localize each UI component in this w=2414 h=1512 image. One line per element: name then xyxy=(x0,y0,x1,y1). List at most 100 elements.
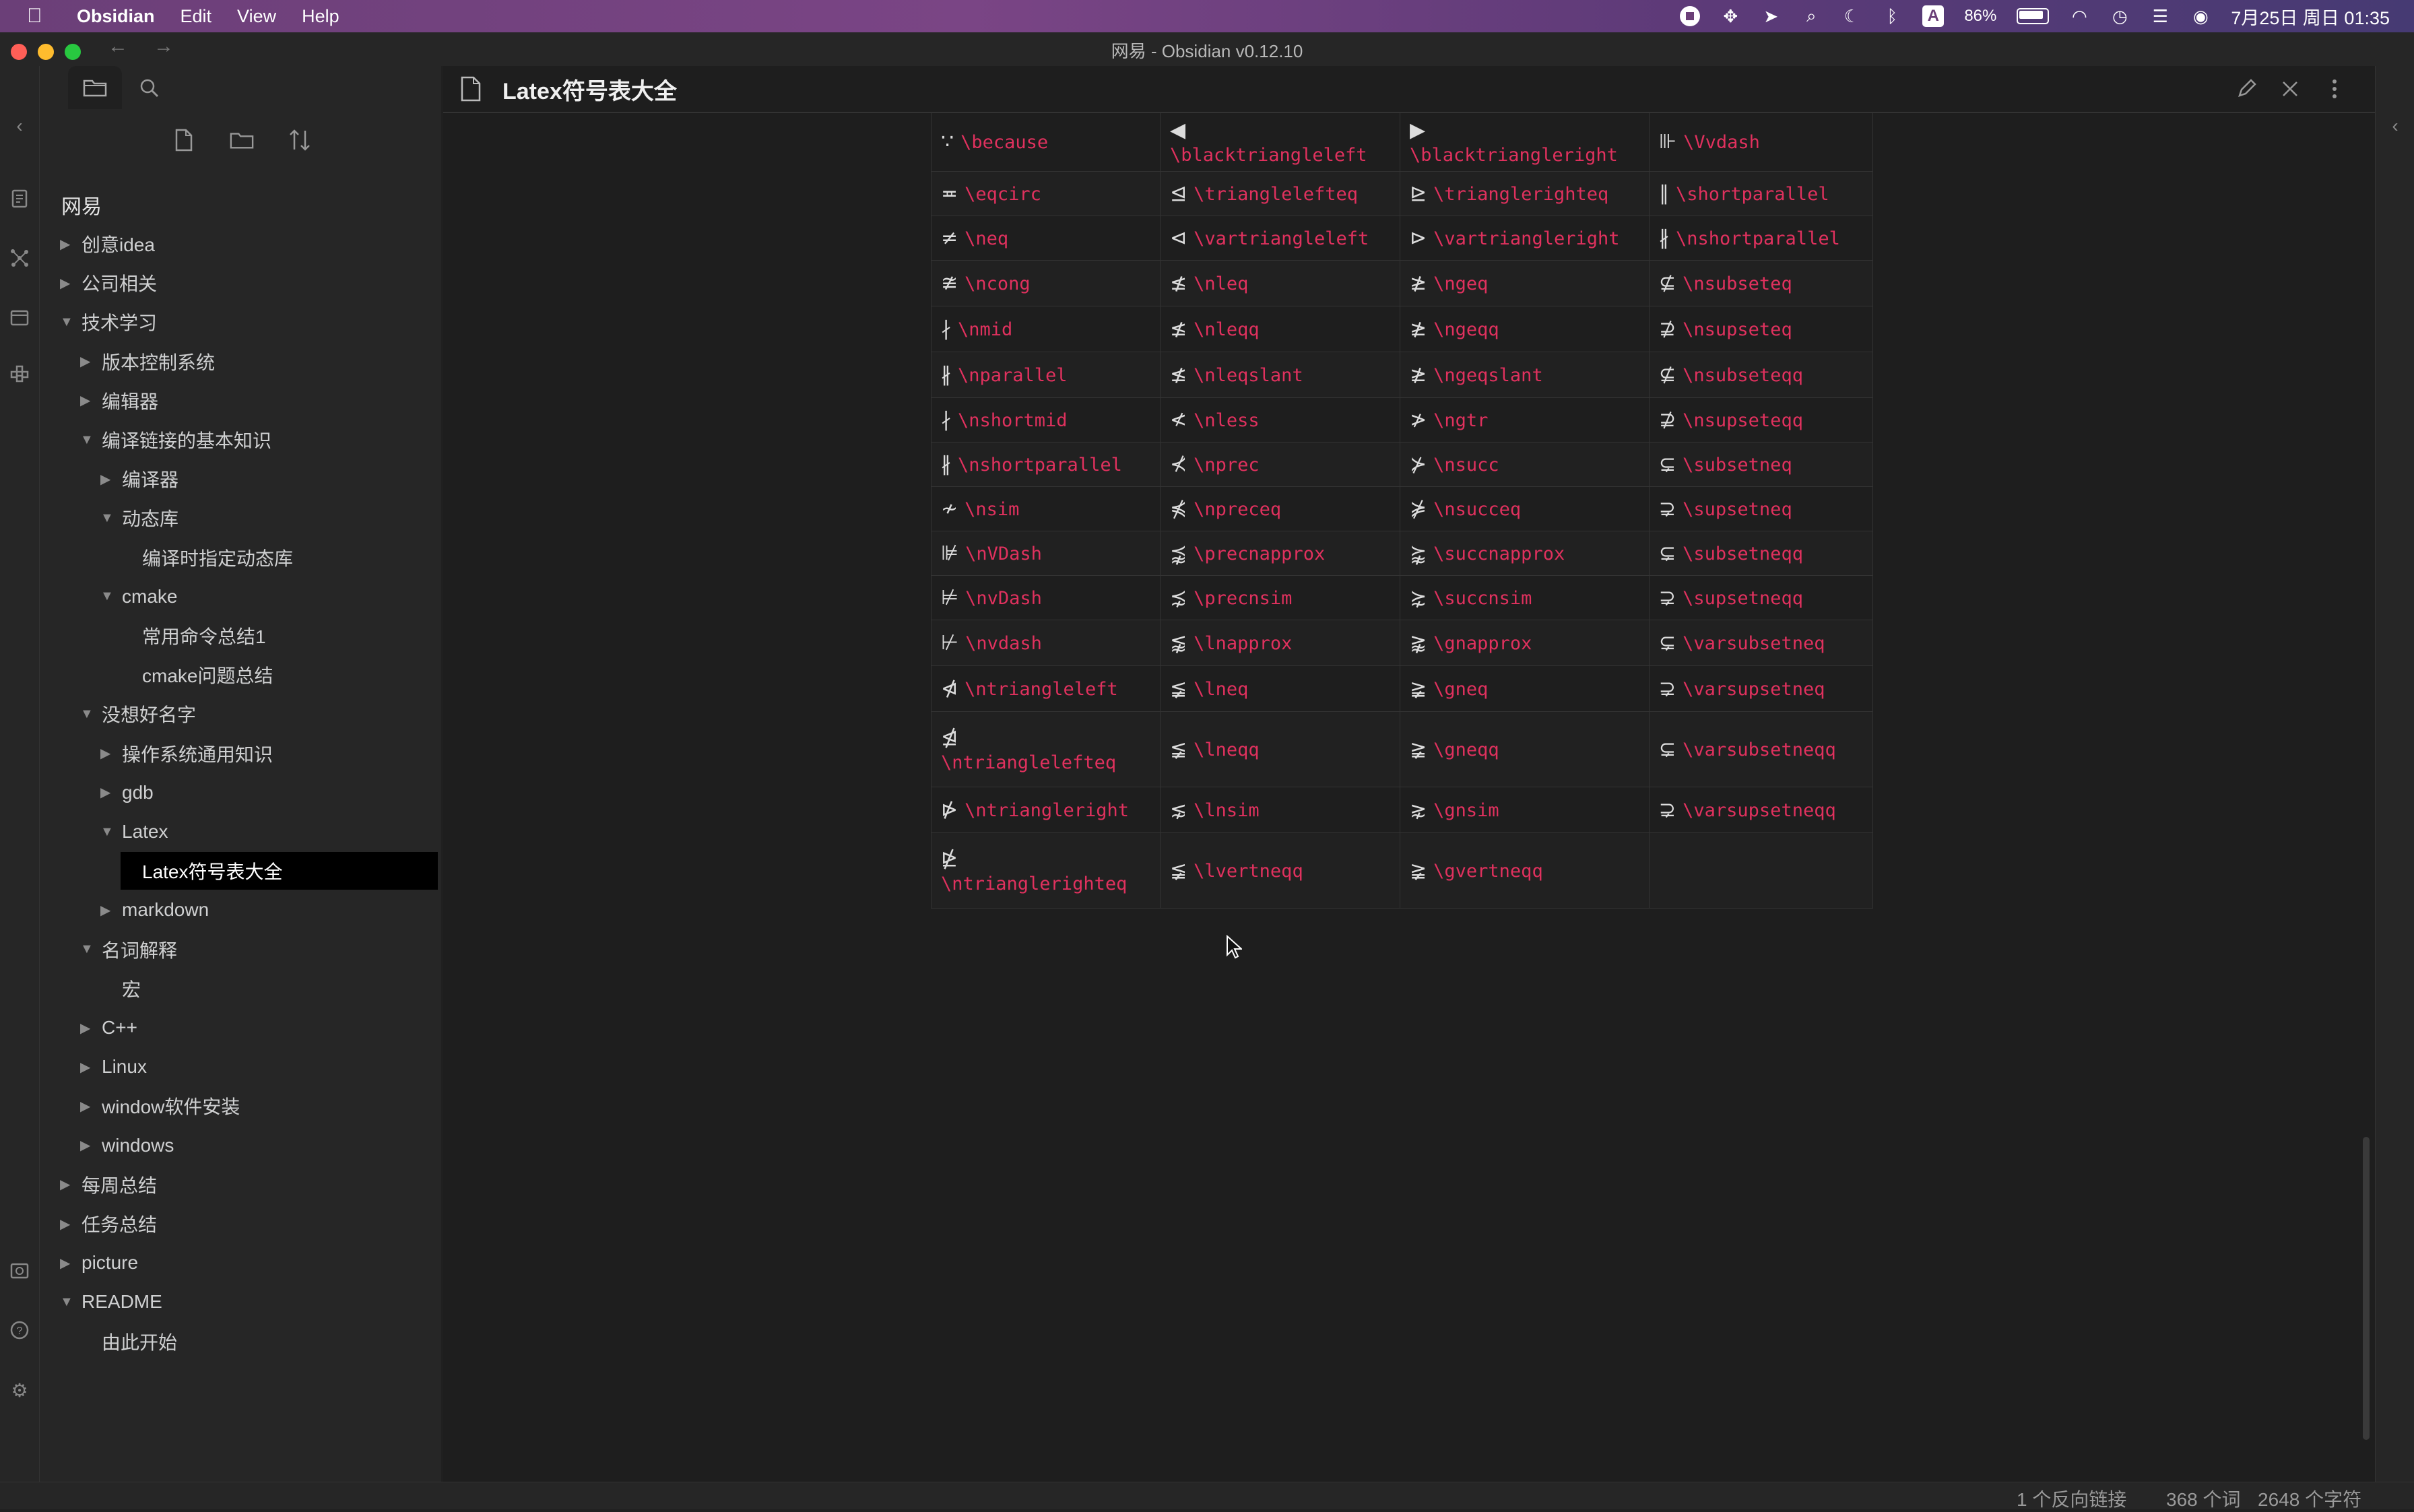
new-folder-button[interactable] xyxy=(230,128,254,152)
table-cell[interactable]: ≰ \nleqslant xyxy=(1160,352,1400,398)
tree-folder[interactable]: ▼ 动态库 xyxy=(100,499,178,537)
table-cell[interactable]: ⊋ \supsetneq xyxy=(1649,486,1873,531)
table-cell[interactable]: ⊁ \nsucc xyxy=(1400,442,1650,487)
table-cell[interactable]: ≰ \nleq xyxy=(1160,260,1400,306)
table-cell[interactable]: ⊈ \nsubseteq xyxy=(1649,260,1873,306)
table-cell[interactable]: ⋧ \gnsim xyxy=(1400,787,1650,833)
wifi-icon[interactable]: ◠ xyxy=(2069,6,2089,26)
tree-file[interactable]: 由此开始 xyxy=(102,1323,177,1360)
table-cell[interactable]: ⊴ \trianglelefteq xyxy=(1160,171,1400,216)
apple-menu-icon[interactable]:  xyxy=(27,6,47,26)
tree-folder[interactable]: ▶ 任务总结 xyxy=(60,1205,157,1243)
table-cell[interactable]: ≯ \ngtr xyxy=(1400,397,1650,442)
battery-icon[interactable] xyxy=(2017,8,2050,24)
tab-search[interactable] xyxy=(138,77,161,100)
chevron-right-icon[interactable]: ▶ xyxy=(100,745,119,762)
moon-icon[interactable]: ☾ xyxy=(1841,6,1862,26)
table-cell[interactable]: ⋭ \ntrianglerighteq xyxy=(931,832,1161,909)
table-cell[interactable]: ⋫ \ntriangleright xyxy=(931,787,1161,833)
chevron-right-icon[interactable]: ▶ xyxy=(100,784,119,801)
table-cell[interactable]: ≨ \lvertneqq xyxy=(1160,832,1400,909)
table-cell[interactable]: ⋬ \ntrianglelefteq xyxy=(931,711,1161,787)
table-cell[interactable]: ⋪ \ntriangleleft xyxy=(931,665,1161,712)
tree-file[interactable]: 常用命令总结1 xyxy=(142,617,266,655)
help-icon[interactable]: ? xyxy=(8,1320,31,1343)
chevron-right-icon[interactable]: ▶ xyxy=(60,236,79,253)
table-cell[interactable]: ∦ \nparallel xyxy=(931,352,1161,398)
input-method-icon[interactable]: A xyxy=(1922,5,1945,27)
menubar-clock[interactable]: 7月25日 周日 01:35 xyxy=(2231,3,2390,30)
more-options-button[interactable] xyxy=(2321,75,2348,102)
chevron-down-icon[interactable]: ▼ xyxy=(100,824,119,840)
collapse-right-icon[interactable]: ‹ xyxy=(2384,114,2407,137)
table-cell[interactable]: ▶ \blacktriangleright xyxy=(1400,112,1650,172)
chevron-right-icon[interactable]: ▶ xyxy=(60,1255,79,1272)
table-cell[interactable]: ◀ \blacktriangleleft xyxy=(1160,112,1400,172)
table-cell[interactable]: ≨ \lneqq xyxy=(1160,711,1400,787)
chevron-down-icon[interactable]: ▼ xyxy=(80,432,99,448)
tree-folder[interactable]: ▼ 编译链接的基本知识 xyxy=(80,421,271,459)
table-cell[interactable]: ⊋ \supsetneqq xyxy=(1649,575,1873,620)
menu-view[interactable]: View xyxy=(237,6,276,27)
chevron-down-icon[interactable]: ▼ xyxy=(100,511,119,526)
table-cell[interactable]: ∦ \nshortparallel xyxy=(1649,216,1873,261)
edit-mode-button[interactable] xyxy=(2233,75,2260,102)
table-cell[interactable]: ⊈ \nsubseteqq xyxy=(1649,352,1873,398)
sort-button[interactable] xyxy=(288,128,312,152)
table-cell[interactable]: ⊵ \trianglerighteq xyxy=(1400,171,1650,216)
tree-folder[interactable]: ▶ 操作系统通用知识 xyxy=(100,735,273,773)
table-cell[interactable]: ≩ \gneqq xyxy=(1400,711,1650,787)
menu-help[interactable]: Help xyxy=(302,6,339,27)
table-cell[interactable]: ⊊ \varsubsetneqq xyxy=(1649,711,1873,787)
table-cell[interactable]: ⊀ \nprec xyxy=(1160,442,1400,487)
tree-file[interactable]: Latex符号表大全 xyxy=(121,852,438,890)
chevron-right-icon[interactable]: ▶ xyxy=(80,1020,99,1037)
chevron-down-icon[interactable]: ▼ xyxy=(80,942,99,957)
tree-folder[interactable]: ▼ README xyxy=(60,1283,162,1321)
tree-folder[interactable]: ▶ 公司相关 xyxy=(60,264,157,302)
table-cell[interactable]: ≰ \nleqq xyxy=(1160,306,1400,352)
tree-file[interactable]: 编译时指定动态库 xyxy=(142,539,293,577)
tree-file[interactable]: 宏 xyxy=(122,970,141,1008)
table-cell[interactable]: ≠ \neq xyxy=(931,216,1161,261)
tree-folder[interactable]: ▶ 每周总结 xyxy=(60,1166,157,1204)
table-cell[interactable]: ⊋ \varsupsetneqq xyxy=(1649,787,1873,833)
table-cell[interactable]: ⪊ \gnapprox xyxy=(1400,620,1650,666)
open-quick-switcher-icon[interactable] xyxy=(8,189,31,211)
table-cell[interactable]: ≁ \nsim xyxy=(931,486,1161,531)
tree-folder[interactable]: ▶ 编辑器 xyxy=(80,382,158,420)
table-cell[interactable]: ⊲ \vartriangleleft xyxy=(1160,216,1400,261)
close-pane-button[interactable] xyxy=(2277,75,2304,102)
chevron-down-icon[interactable]: ▼ xyxy=(60,315,79,330)
table-cell[interactable]: ⊉ \nsupseteq xyxy=(1649,306,1873,352)
settings-icon[interactable]: ⚙ xyxy=(8,1379,31,1402)
tree-folder[interactable]: ▶ markdown xyxy=(100,891,209,929)
table-cell[interactable]: ⋡ \nsucceq xyxy=(1400,486,1650,531)
tree-file[interactable]: cmake问题总结 xyxy=(142,656,273,694)
table-cell[interactable]: ⪺ \succnapprox xyxy=(1400,531,1650,576)
table-cell[interactable]: ≩ \gvertneqq xyxy=(1400,832,1650,909)
new-note-button[interactable] xyxy=(172,128,196,152)
tree-folder[interactable]: ▶ window软件安装 xyxy=(80,1087,240,1125)
table-cell[interactable]: ∤ \nshortmid xyxy=(931,397,1161,442)
editor-scrollbar[interactable] xyxy=(2363,1137,2370,1440)
table-cell[interactable]: ≩ \gneq xyxy=(1400,665,1650,712)
tab-file-explorer[interactable] xyxy=(68,66,122,109)
table-cell[interactable]: ≱ \ngeq xyxy=(1400,260,1650,306)
menu-app-name[interactable]: Obsidian xyxy=(77,6,155,27)
chevron-down-icon[interactable]: ▼ xyxy=(60,1294,79,1310)
table-cell[interactable]: ∵ \because xyxy=(931,112,1161,172)
table-cell[interactable]: ∦ \nshortparallel xyxy=(931,442,1161,487)
chevron-down-icon[interactable]: ▼ xyxy=(100,589,119,604)
table-cell[interactable]: ⋦ \lnsim xyxy=(1160,787,1400,833)
table-cell[interactable] xyxy=(1649,832,1873,909)
table-cell[interactable]: ≮ \nless xyxy=(1160,397,1400,442)
tree-folder[interactable]: ▼ 技术学习 xyxy=(60,303,157,341)
siri-icon[interactable]: ◉ xyxy=(2190,6,2211,26)
table-cell[interactable]: ⋠ \npreceq xyxy=(1160,486,1400,531)
open-today-icon[interactable] xyxy=(8,307,31,330)
tree-folder[interactable]: ▶ 编译器 xyxy=(100,460,178,498)
tree-folder[interactable]: ▼ Latex xyxy=(100,813,168,851)
table-cell[interactable]: ⊭ \nvDash xyxy=(931,575,1161,620)
tree-folder[interactable]: ▶ Linux xyxy=(80,1048,147,1086)
